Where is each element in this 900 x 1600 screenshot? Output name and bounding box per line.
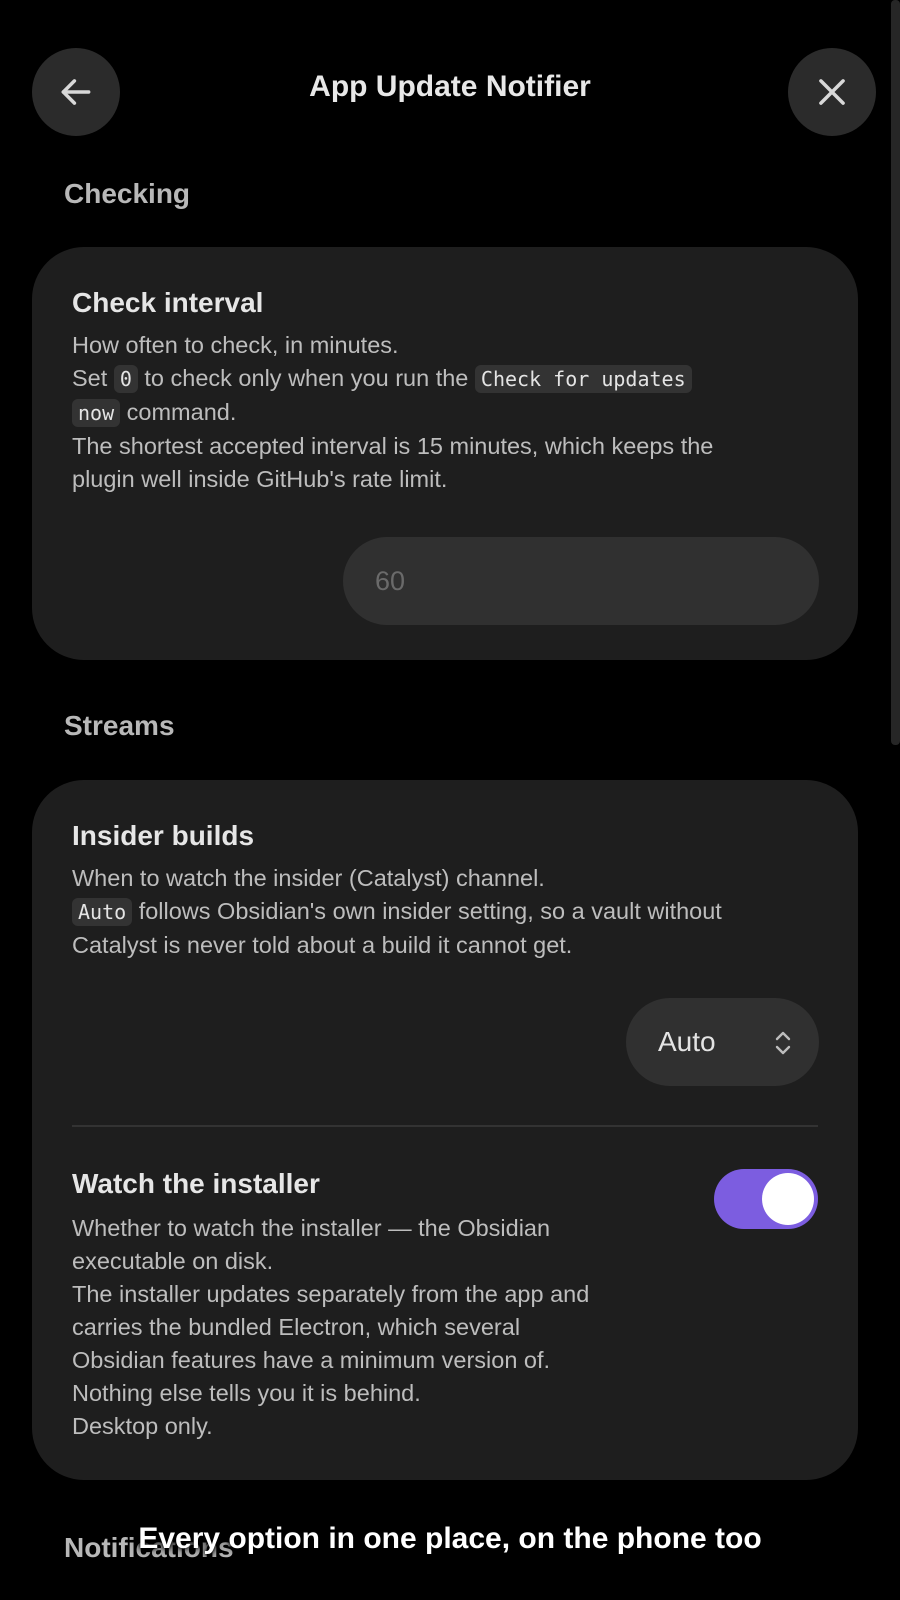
card-streams: Insider builds When to watch the insider… [32,780,858,1480]
desc-line: plugin well inside GitHub's rate limit. [72,466,448,492]
watch-installer-toggle[interactable] [714,1169,818,1229]
setting-name-watch-installer: Watch the installer [72,1168,320,1199]
close-button[interactable] [788,48,876,136]
desc-line: Obsidian features have a minimum version… [72,1347,551,1373]
inline-code: Check for updates [474,365,692,393]
desc-line: Whether to watch the installer — the Obs… [72,1215,551,1241]
inline-code: Auto [72,898,133,926]
desc-line: The shortest accepted interval is 15 min… [72,433,714,459]
desc-line: Nothing else tells you it is behind. [72,1380,421,1406]
select-value: Auto [658,1026,716,1057]
desc-line: How often to check, in minutes. [72,332,399,358]
toggle-knob [762,1173,814,1225]
insider-builds-select[interactable]: Auto [626,998,819,1086]
desc-line: carries the bundled Electron, which seve… [72,1314,521,1340]
close-icon [819,79,845,105]
desc-line: Catalyst is never told about a build it … [72,932,573,958]
section-heading-checking: Checking [64,178,191,209]
inline-code: 0 [113,365,138,393]
desc-text: Set [72,365,114,391]
chevron-up-down-icon [775,1031,791,1055]
setting-name-check-interval: Check interval [72,287,264,318]
card-checking: Check interval How often to check, in mi… [32,247,858,660]
desc-line: Set 0 to check only when you run the Che… [72,362,713,396]
desc-line: Desktop only. [72,1413,213,1439]
desc-line: now command. [72,396,713,430]
desc-line: Auto follows Obsidian's own insider sett… [72,895,722,929]
desc-line: When to watch the insider (Catalyst) cha… [72,865,545,891]
desc-text: to check only when you run the [137,365,475,391]
desc-line: executable on disk. [72,1248,274,1274]
setting-desc-insider-builds: When to watch the insider (Catalyst) cha… [72,862,722,962]
inline-code: now [72,399,121,427]
page-title: App Update Notifier [309,70,591,103]
setting-desc-check-interval: How often to check, in minutes. Set 0 to… [72,329,713,496]
desc-text: follows Obsidian's own insider setting, … [132,898,722,924]
setting-divider [72,1125,818,1127]
setting-name-insider-builds: Insider builds [72,820,255,851]
promo-caption: Every option in one place, on the phone … [138,1522,762,1555]
header-bar: App Update Notifier [0,0,900,180]
scrollbar[interactable] [891,0,900,745]
check-interval-input[interactable] [343,537,819,625]
desc-line: The installer updates separately from th… [72,1281,590,1307]
desc-text: command. [120,399,237,425]
setting-desc-watch-installer: Whether to watch the installer — the Obs… [72,1212,589,1443]
section-heading-streams: Streams [64,710,175,741]
